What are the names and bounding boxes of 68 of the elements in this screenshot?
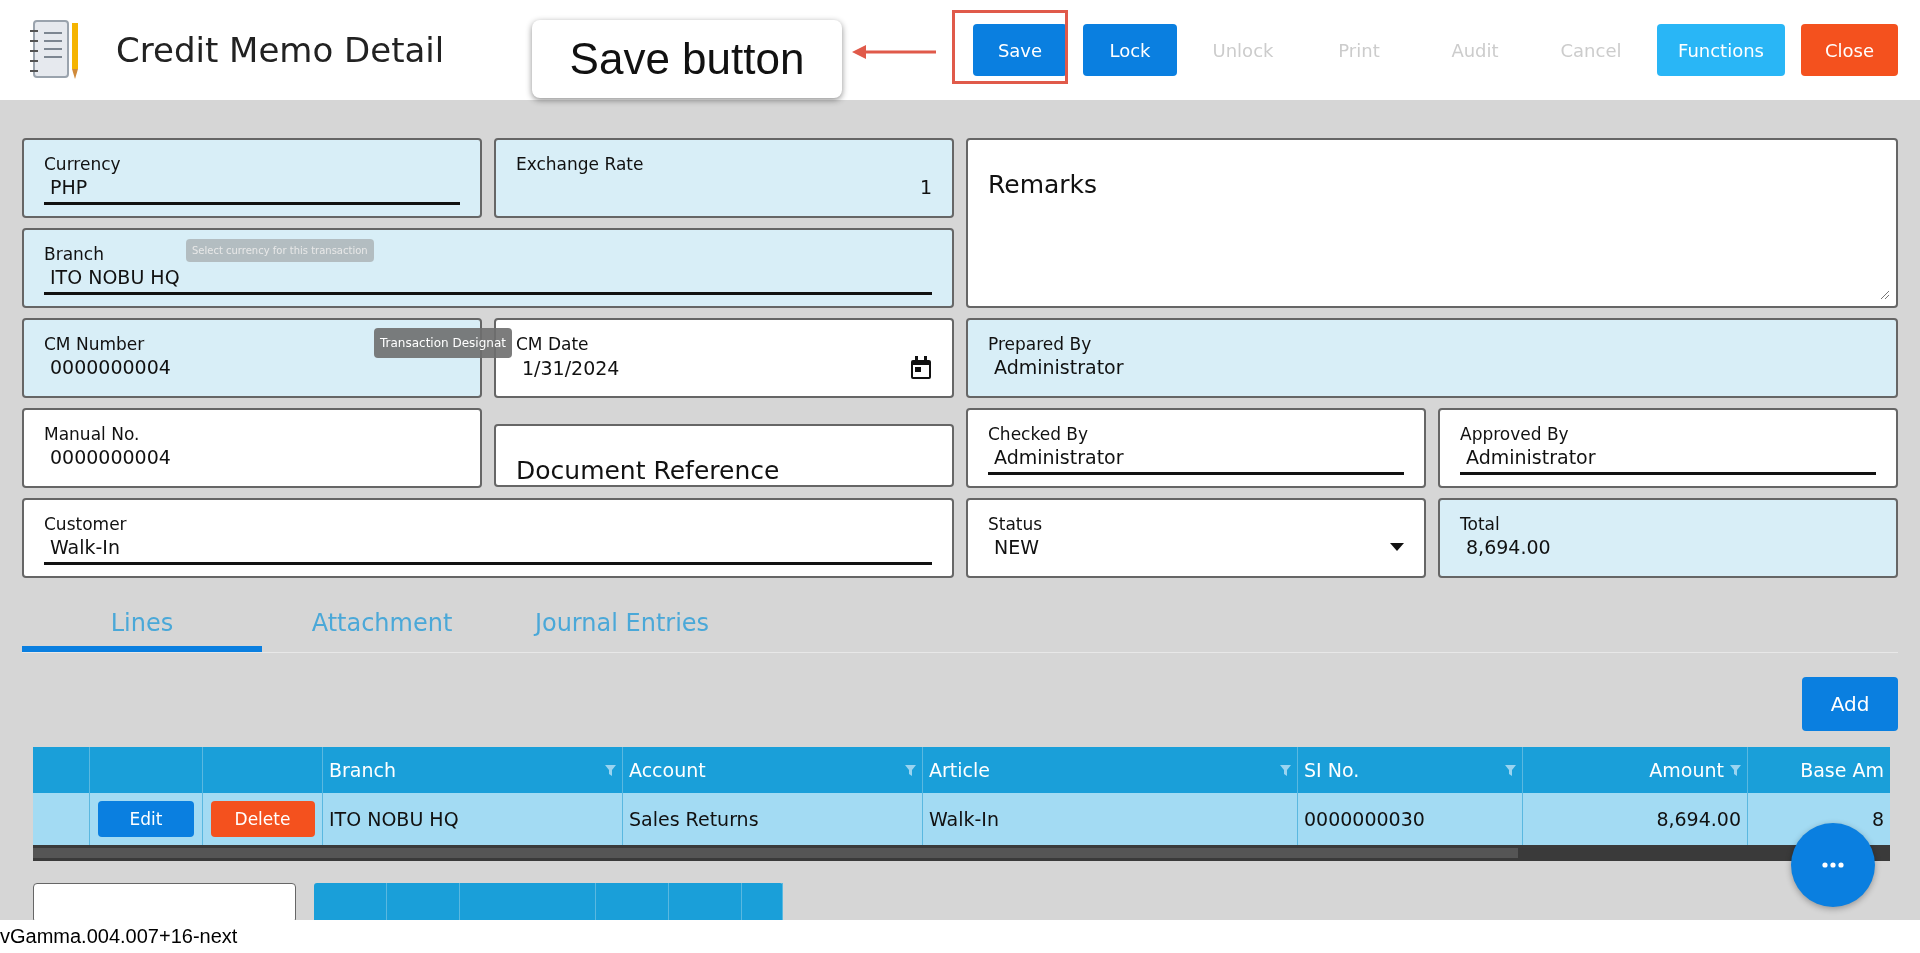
form-field[interactable]: Status NEW xyxy=(966,498,1426,578)
field-label: CM Date xyxy=(516,334,589,354)
callout-label: Save button xyxy=(532,20,842,98)
field-label: Checked By xyxy=(988,424,1089,444)
field-label: Exchange Rate xyxy=(516,154,644,174)
dropdown-caret-icon[interactable] xyxy=(1390,543,1404,551)
field-value: 1 xyxy=(918,176,932,198)
delete-button[interactable]: Delete xyxy=(210,801,315,837)
field-label: Manual No. xyxy=(44,424,140,444)
form-field[interactable]: Approved By Administrator xyxy=(1438,408,1898,488)
field-value: Administrator xyxy=(993,356,1124,378)
edit-button[interactable]: Edit xyxy=(98,801,194,837)
field-value: Walk-In xyxy=(49,536,120,558)
field-label: Prepared By xyxy=(988,334,1092,354)
form-field[interactable]: Total 8,694.00 xyxy=(1438,498,1898,578)
page-title: Credit Memo Detail xyxy=(116,30,445,70)
tooltip: Transaction Designat xyxy=(374,328,512,358)
toolbar-button[interactable]: Functions xyxy=(1657,24,1785,76)
form-field[interactable]: Document Reference xyxy=(494,424,954,487)
toolbar-button[interactable]: Lock xyxy=(1083,24,1177,76)
filter-icon[interactable] xyxy=(605,764,616,776)
scrollbar[interactable] xyxy=(33,848,1518,858)
filter-icon[interactable] xyxy=(1730,764,1741,776)
toolbar-button[interactable]: Save xyxy=(973,24,1067,76)
field-value: Administrator xyxy=(993,446,1124,468)
column-header[interactable]: Account xyxy=(623,747,923,793)
field-label: Approved By xyxy=(1460,424,1569,444)
form-field[interactable]: Manual No. 0000000004 xyxy=(22,408,482,488)
notebook-icon xyxy=(30,19,80,81)
calendar-icon[interactable] xyxy=(910,356,932,380)
column-header[interactable]: Article xyxy=(923,747,1298,793)
field-label: Currency xyxy=(44,154,121,174)
toolbar-button[interactable]: Close xyxy=(1801,24,1898,76)
field-label: Branch xyxy=(44,244,104,264)
more-button[interactable] xyxy=(1791,823,1875,907)
field-value: 0000000004 xyxy=(49,446,171,468)
filter-icon[interactable] xyxy=(1505,764,1516,776)
field-label: Remarks xyxy=(988,170,1098,199)
filter-icon[interactable] xyxy=(905,764,916,776)
field-value: Administrator xyxy=(1465,446,1596,468)
field-value: 0000000004 xyxy=(49,356,171,378)
field-value: NEW xyxy=(993,536,1039,558)
field-label: Document Reference xyxy=(516,456,780,485)
form-field[interactable]: Checked By Administrator xyxy=(966,408,1426,488)
filter-icon[interactable] xyxy=(1280,764,1291,776)
column-header[interactable]: SI No. xyxy=(1298,747,1523,793)
field-value: PHP xyxy=(49,176,88,198)
column-header[interactable]: Amount xyxy=(1523,747,1748,793)
form-field[interactable]: Exchange Rate 1 xyxy=(494,138,954,218)
field-value: ITO NOBU HQ xyxy=(49,266,180,288)
ellipsis-icon xyxy=(1822,862,1844,868)
add-button[interactable]: Add xyxy=(1802,677,1898,731)
form-field[interactable]: Prepared By Administrator xyxy=(966,318,1898,398)
column-header[interactable]: Base Am xyxy=(1748,747,1890,793)
panel-button[interactable] xyxy=(33,883,296,923)
field-label: Total xyxy=(1460,514,1500,534)
column-header[interactable]: Branch xyxy=(323,747,623,793)
field-value: 1/31/2024 xyxy=(521,357,620,379)
form-field[interactable]: Customer Walk-In xyxy=(22,498,954,578)
field-value: 8,694.00 xyxy=(1465,536,1551,558)
form-field[interactable]: Currency PHP xyxy=(22,138,482,218)
field-label: Customer xyxy=(44,514,127,534)
version-text: vGamma.004.007+16-next xyxy=(0,925,238,948)
table-cell-text: 8 xyxy=(1870,807,1885,832)
form-field[interactable]: Remarks xyxy=(966,138,1898,308)
field-label: CM Number xyxy=(44,334,145,354)
field-label: Status xyxy=(988,514,1043,534)
resize-grip-icon xyxy=(1880,290,1890,300)
